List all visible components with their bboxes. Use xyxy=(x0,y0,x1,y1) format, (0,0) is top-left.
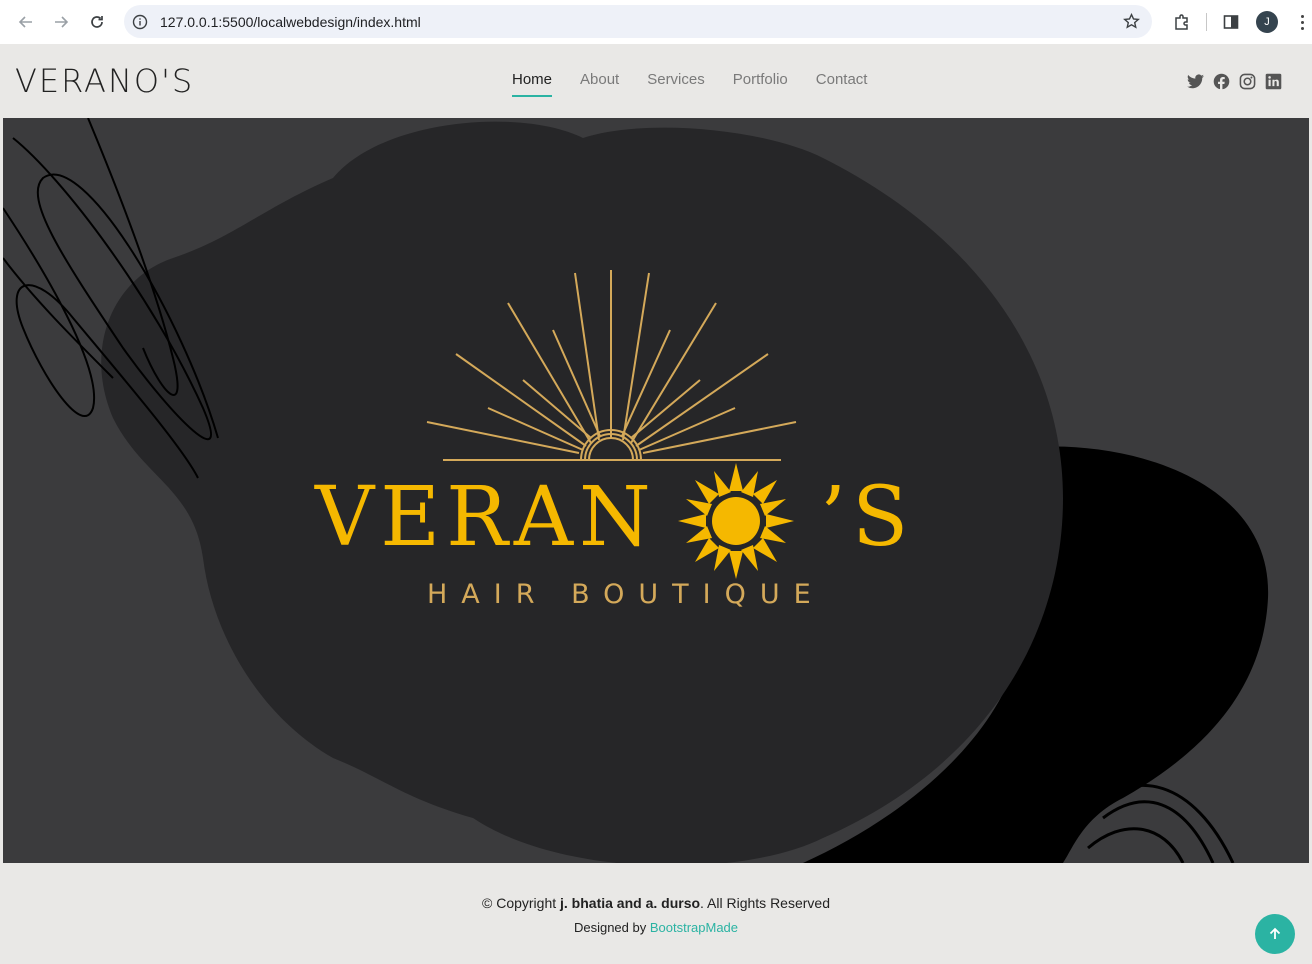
instagram-icon[interactable] xyxy=(1238,72,1256,90)
arrow-up-icon xyxy=(1269,927,1281,939)
site-footer: © Copyright j. bhatia and a. durso. All … xyxy=(0,863,1312,964)
browser-actions: J xyxy=(1168,8,1311,36)
profile-button[interactable]: J xyxy=(1253,8,1281,36)
nav-about[interactable]: About xyxy=(566,71,633,88)
side-panel-icon[interactable] xyxy=(1217,8,1245,36)
hero-brand: VERAN ’S HAIR BOUTIQUE xyxy=(3,118,1309,863)
main-nav: Home About Services Portfolio Contact xyxy=(498,71,882,97)
social-links xyxy=(1186,72,1282,90)
credits-text: Designed by BootstrapMade xyxy=(0,920,1312,935)
site-logo[interactable]: VERANO'S xyxy=(15,62,194,100)
copyright-text: © Copyright j. bhatia and a. durso. All … xyxy=(0,895,1312,911)
nav-home[interactable]: Home xyxy=(498,71,566,97)
hero-section: VERAN ’S HAIR BOUTIQUE xyxy=(3,118,1309,863)
arrow-left-icon xyxy=(18,16,32,28)
copyright-owner: j. bhatia and a. durso xyxy=(560,895,701,911)
avatar: J xyxy=(1256,11,1278,33)
forward-button[interactable] xyxy=(43,4,79,40)
nav-portfolio[interactable]: Portfolio xyxy=(719,71,802,88)
nav-services[interactable]: Services xyxy=(633,71,719,88)
twitter-icon[interactable] xyxy=(1186,72,1204,90)
address-bar[interactable]: 127.0.0.1:5500/localwebdesign/index.html xyxy=(124,5,1152,38)
back-button[interactable] xyxy=(8,4,44,40)
facebook-icon[interactable] xyxy=(1212,72,1230,90)
reload-button[interactable] xyxy=(79,4,115,40)
nav-contact[interactable]: Contact xyxy=(802,71,882,88)
site-header: VERANO'S Home About Services Portfolio C… xyxy=(0,44,1312,118)
brand-name-suffix: ’S xyxy=(820,470,915,565)
designed-by-prefix: Designed by xyxy=(573,920,650,935)
toolbar-divider xyxy=(1206,13,1207,31)
arrow-right-icon xyxy=(55,16,69,28)
brand-name-main: VERAN xyxy=(315,470,657,565)
site-info-icon[interactable] xyxy=(132,14,148,30)
brand-tagline: HAIR BOUTIQUE xyxy=(427,579,825,610)
menu-icon[interactable] xyxy=(1293,14,1311,30)
url-text: 127.0.0.1:5500/localwebdesign/index.html xyxy=(160,13,421,30)
browser-toolbar: 127.0.0.1:5500/localwebdesign/index.html… xyxy=(0,0,1312,44)
copyright-suffix: . All Rights Reserved xyxy=(700,895,830,911)
reload-icon xyxy=(91,16,103,28)
brand-name: VERAN ’S xyxy=(315,470,908,565)
copyright-prefix: © Copyright xyxy=(482,895,561,911)
bootstrapmade-link[interactable]: BootstrapMade xyxy=(650,920,738,935)
linkedin-icon[interactable] xyxy=(1264,72,1282,90)
extensions-icon[interactable] xyxy=(1168,8,1196,36)
back-to-top-button[interactable] xyxy=(1255,914,1295,954)
bookmark-star-icon[interactable] xyxy=(1123,13,1140,30)
